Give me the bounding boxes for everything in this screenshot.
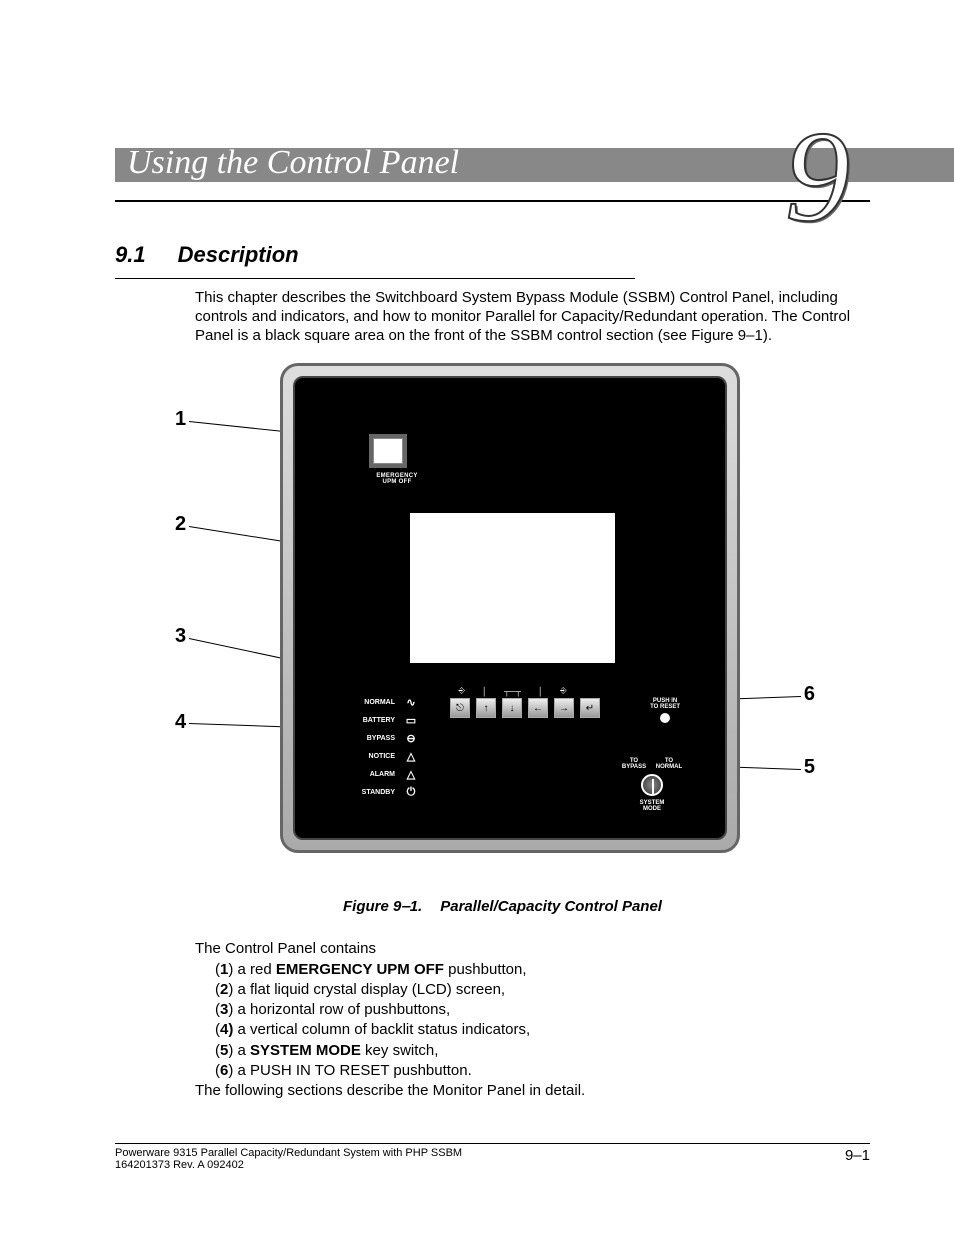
normal-icon: ∿: [403, 696, 419, 709]
lcd-screen: [410, 513, 615, 663]
bypass-icon: ⊖: [403, 732, 419, 745]
push-in-to-reset[interactable]: PUSH INTO RESET: [650, 698, 680, 726]
callout-4: 4: [175, 711, 186, 734]
pushbutton-4[interactable]: ←: [528, 698, 548, 718]
section-title: Description: [178, 242, 299, 268]
emergency-upm-off-button[interactable]: [373, 438, 403, 464]
reset-dot-icon: [660, 713, 670, 723]
figure-caption: Figure 9‒1.Parallel/Capacity Control Pan…: [135, 898, 870, 915]
emergency-upm-off-label: EMERGENCYUPM OFF: [357, 473, 437, 485]
pushbutton-5[interactable]: →: [554, 698, 574, 718]
pushbutton-row-icons: ⎆│┬─┬│⎆: [450, 682, 575, 696]
keyswitch-icon: [641, 774, 663, 796]
pushbutton-row: ⎋ ↑ ↓ ← → ↵: [450, 698, 600, 718]
page-number: 9‒1: [845, 1147, 870, 1171]
notice-icon: △: [403, 750, 419, 763]
figure-9-1: 1 2 3 4 6 5 EMERGENCYUPM OFF ⎆│┬─┬│⎆ ⎋: [175, 363, 815, 873]
standby-icon: ⏻: [403, 786, 419, 799]
callout-2: 2: [175, 513, 186, 536]
pushbutton-3[interactable]: ↓: [502, 698, 522, 718]
section-number: 9.1: [115, 242, 146, 268]
pushbutton-1[interactable]: ⎋: [450, 698, 470, 718]
intro-paragraph: This chapter describes the Switchboard S…: [195, 289, 870, 345]
alarm-icon: △: [403, 768, 419, 781]
chapter-number: 9: [785, 112, 850, 242]
contains-list: The Control Panel contains (1) a red EME…: [195, 939, 870, 1101]
status-indicator-column: NORMAL∿ BATTERY▭ BYPASS⊖ NOTICE△ ALARM△ …: [358, 693, 419, 801]
callout-5: 5: [804, 756, 815, 779]
system-mode-switch[interactable]: TO BYPASS TO NORMAL SYSTEMMODE: [617, 758, 687, 812]
callout-1: 1: [175, 408, 186, 431]
callout-3: 3: [175, 625, 186, 648]
page-footer: Powerware 9315 Parallel Capacity/Redunda…: [115, 1143, 870, 1171]
pushbutton-2[interactable]: ↑: [476, 698, 496, 718]
chapter-title: Using the Control Panel: [127, 144, 459, 182]
callout-6: 6: [804, 683, 815, 706]
battery-icon: ▭: [403, 714, 419, 727]
pushbutton-6[interactable]: ↵: [580, 698, 600, 718]
